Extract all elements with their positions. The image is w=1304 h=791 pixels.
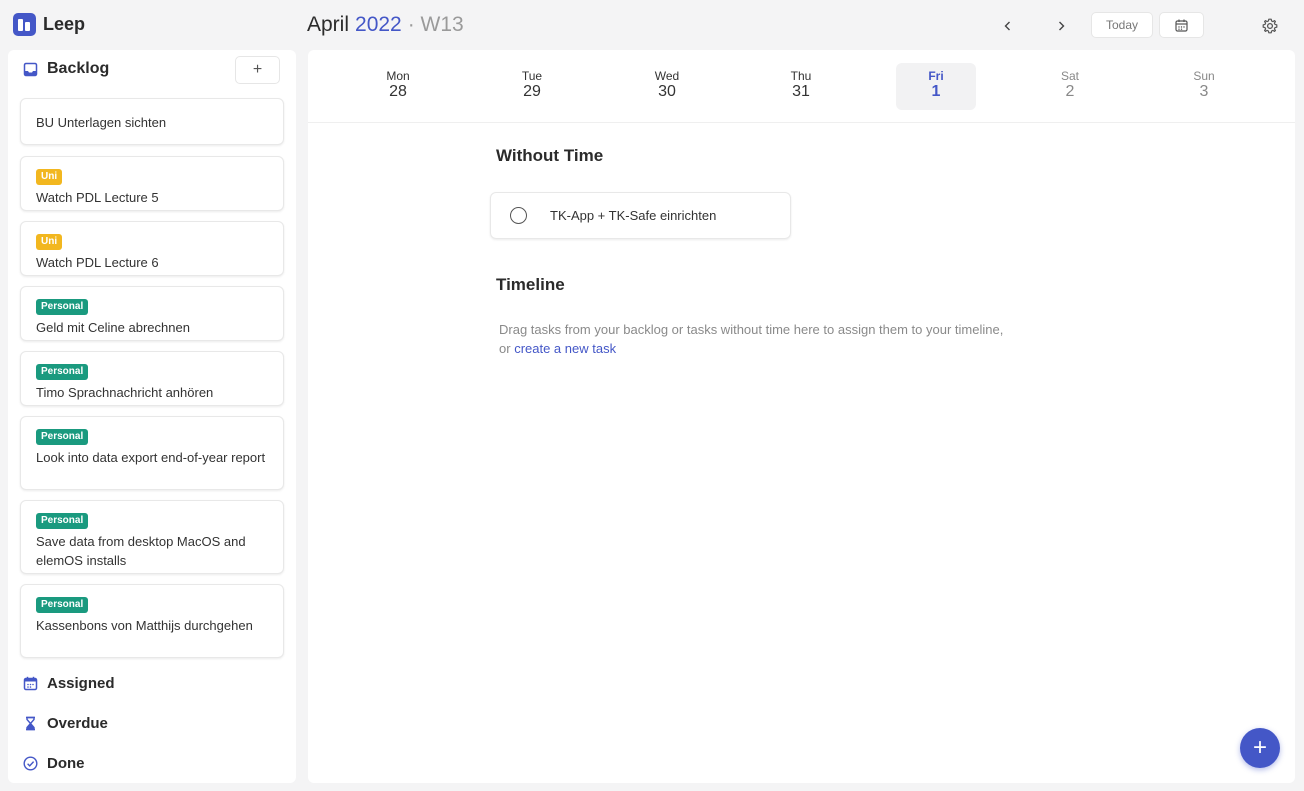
chevron-right-icon: [1059, 21, 1065, 31]
card-title: BU Unterlagen sichten: [36, 115, 167, 130]
week-label: · W13: [407, 13, 464, 36]
day-name: Fri: [928, 69, 944, 83]
hint-or: or: [499, 341, 511, 356]
backlog-card[interactable]: Personal Save data from desktop MacOS an…: [20, 500, 284, 574]
card-title: Geld mit Celine abrechnen: [36, 320, 190, 335]
year-label: 2022: [355, 13, 402, 36]
day-column-header-selected[interactable]: Fri 1: [896, 63, 976, 110]
main-panel: Mon 28 Tue 29 Wed 30 Thu 31 Fri 1 Sat 2 …: [308, 50, 1295, 783]
done-label: Done: [47, 755, 85, 772]
task-card[interactable]: TK-App + TK-Safe einrichten: [490, 192, 791, 239]
day-column-header[interactable]: Sun 3: [1164, 63, 1244, 110]
day-column-header[interactable]: Mon 28: [358, 63, 438, 110]
timeline-title: Timeline: [496, 275, 565, 294]
day-name: Mon: [386, 69, 410, 83]
next-week-button[interactable]: [1049, 14, 1073, 38]
day-name: Wed: [654, 69, 680, 83]
card-title: Timo Sprachnachricht anhören: [36, 385, 214, 400]
inbox-icon: [23, 62, 38, 76]
gear-icon: [1262, 18, 1278, 34]
month-label: April: [307, 13, 350, 36]
today-button[interactable]: Today: [1091, 12, 1153, 38]
add-backlog-task-button[interactable]: +: [235, 56, 280, 84]
hint-text: Drag tasks from your backlog or tasks wi…: [499, 322, 1004, 337]
tag-badge: Personal: [36, 299, 89, 315]
without-time-title: Without Time: [496, 146, 604, 165]
overdue-link[interactable]: Overdue: [23, 715, 108, 732]
calendar-picker-button[interactable]: [1159, 12, 1204, 38]
backlog-card[interactable]: Personal Timo Sprachnachricht anhören: [20, 351, 284, 406]
backlog-card[interactable]: Personal Kassenbons von Matthijs durchge…: [20, 584, 284, 658]
backlog-card[interactable]: Uni Watch PDL Lecture 5: [20, 156, 284, 211]
done-link[interactable]: Done: [23, 755, 85, 772]
tag-badge: Personal: [36, 513, 89, 529]
assigned-label: Assigned: [47, 675, 115, 692]
hourglass-icon: [26, 716, 35, 731]
day-column-header[interactable]: Sat 2: [1030, 63, 1110, 110]
tag-badge: Uni: [36, 169, 63, 185]
backlog-card[interactable]: Uni Watch PDL Lecture 6: [20, 221, 284, 276]
timeline-hint: Drag tasks from your backlog or tasks wi…: [499, 320, 1069, 358]
card-title: Kassenbons von Matthijs durchgehen: [36, 618, 253, 633]
settings-button[interactable]: [1258, 14, 1282, 38]
week-days-header: Mon 28 Tue 29 Wed 30 Thu 31 Fri 1 Sat 2 …: [308, 50, 1295, 123]
page-title: April 2022 · W13: [307, 13, 464, 37]
day-name: Thu: [790, 69, 812, 83]
check-circle-icon: [23, 756, 38, 771]
card-title: Watch PDL Lecture 6: [36, 255, 159, 270]
tag-badge: Uni: [36, 234, 63, 250]
day-column-header[interactable]: Tue 29: [492, 63, 572, 110]
assigned-link[interactable]: Assigned: [23, 675, 115, 692]
day-number: 1: [931, 83, 941, 100]
backlog-card[interactable]: Personal Geld mit Celine abrechnen: [20, 286, 284, 341]
chevron-left-icon: [1004, 21, 1010, 31]
app-name: Leep: [43, 14, 86, 34]
prev-week-button[interactable]: [996, 14, 1020, 38]
day-number: 28: [389, 83, 407, 100]
day-number: 30: [658, 83, 676, 100]
card-title: Watch PDL Lecture 5: [36, 190, 159, 205]
day-number: 3: [1199, 83, 1209, 100]
day-column-header[interactable]: Wed 30: [627, 63, 707, 110]
day-column-header[interactable]: Thu 31: [761, 63, 841, 110]
day-number: 29: [523, 83, 541, 100]
day-name: Sat: [1060, 69, 1079, 83]
tag-badge: Personal: [36, 429, 89, 445]
app-logo[interactable]: Leep: [13, 13, 85, 36]
backlog-title: Backlog: [47, 60, 110, 77]
add-task-fab[interactable]: +: [1240, 728, 1280, 768]
tag-badge: Personal: [36, 597, 89, 613]
overdue-label: Overdue: [47, 715, 108, 732]
day-name: Sun: [1193, 69, 1215, 83]
create-task-link[interactable]: create a new task: [514, 341, 616, 356]
day-number: 2: [1065, 83, 1075, 100]
task-title: TK-App + TK-Safe einrichten: [550, 208, 717, 223]
day-number: 31: [792, 83, 810, 100]
logo-icon: [13, 13, 36, 36]
calendar-icon: [23, 676, 38, 691]
card-title: Look into data export end-of-year report: [36, 450, 266, 465]
task-checkbox[interactable]: [510, 207, 527, 224]
day-name: Tue: [521, 69, 543, 83]
calendar-icon: [1175, 19, 1188, 32]
card-title: Save data from desktop MacOS and elemOS …: [36, 534, 246, 568]
sidebar: Backlog + BU Unterlagen sichten Uni Watc…: [8, 50, 296, 783]
tag-badge: Personal: [36, 364, 89, 380]
backlog-header[interactable]: Backlog: [23, 60, 109, 78]
backlog-card[interactable]: BU Unterlagen sichten: [20, 98, 284, 145]
backlog-card[interactable]: Personal Look into data export end-of-ye…: [20, 416, 284, 490]
